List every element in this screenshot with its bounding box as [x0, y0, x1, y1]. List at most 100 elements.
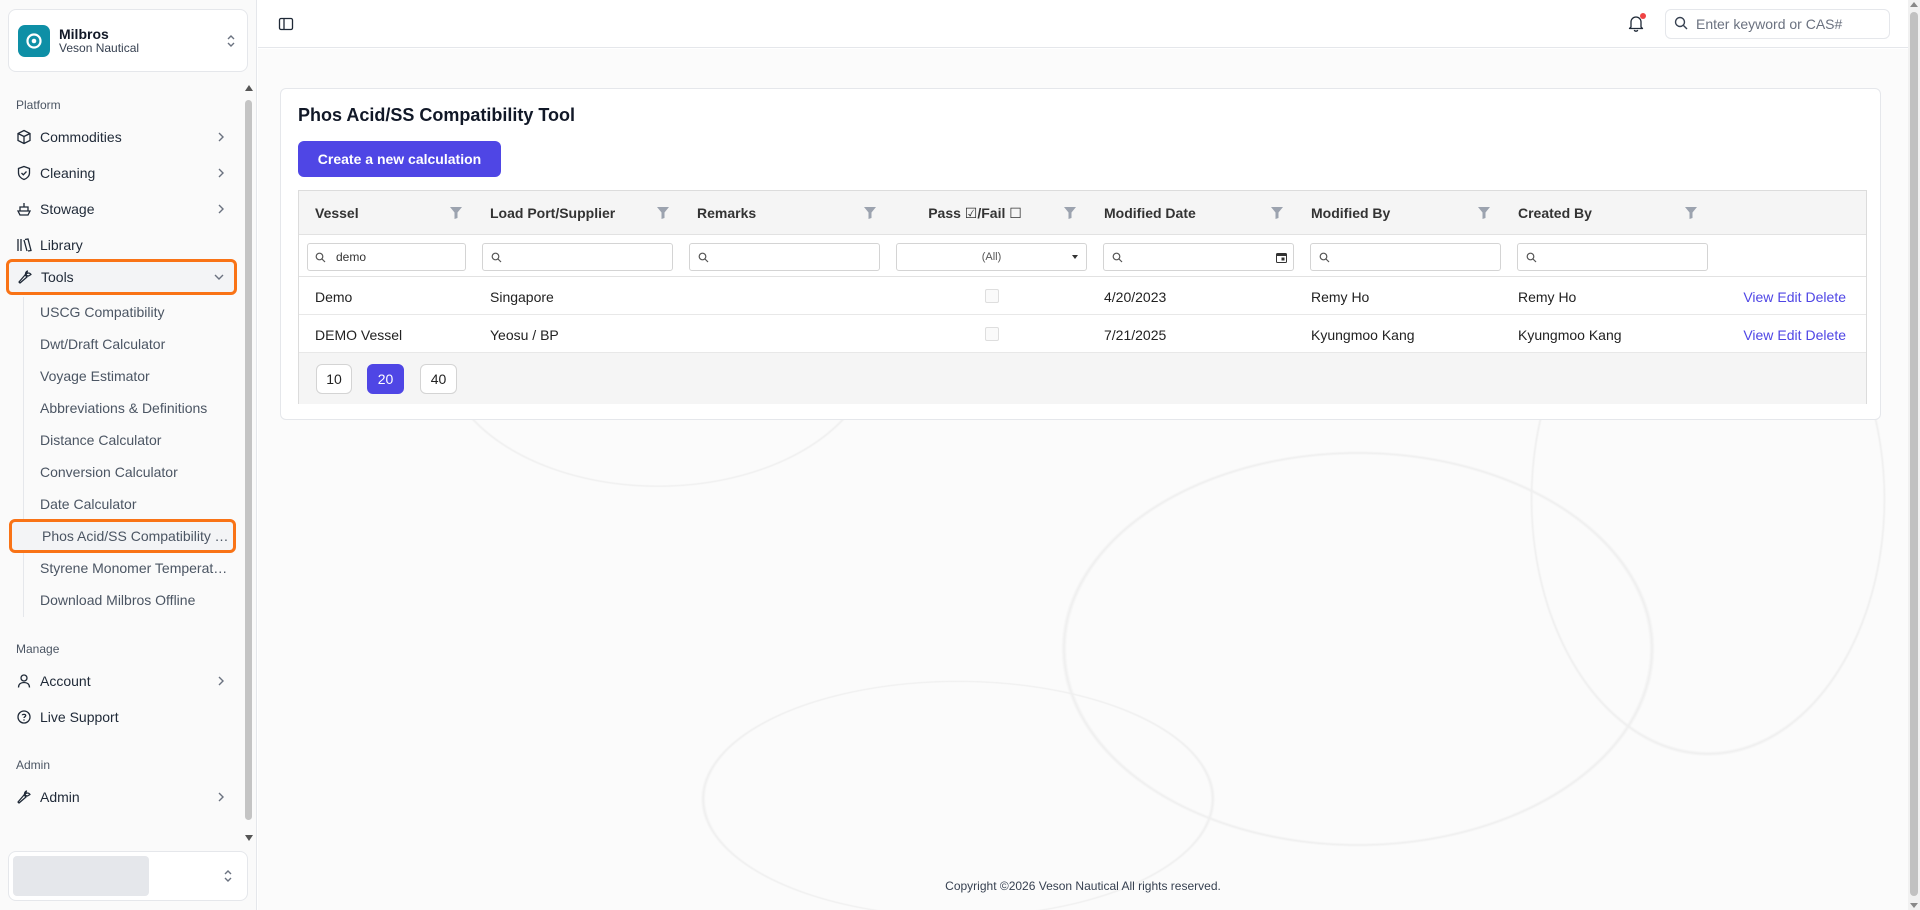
filter-funnel-icon[interactable]: [1476, 205, 1492, 221]
filter-modified-by-input[interactable]: [1340, 250, 1470, 264]
create-calculation-button[interactable]: Create a new calculation: [298, 141, 501, 177]
nav-item-label: Live Support: [40, 709, 119, 725]
page-size-20-button[interactable]: 20: [367, 364, 404, 394]
nav-item-label: Account: [40, 673, 91, 689]
tools-item-styrene-monomer[interactable]: Styrene Monomer Temperature: [32, 554, 232, 582]
tools-item-phos-acid-ss[interactable]: Phos Acid/SS Compatibility Tool: [9, 519, 236, 553]
notification-bell-icon[interactable]: [1625, 12, 1647, 34]
scroll-down-arrow-icon[interactable]: [1910, 903, 1918, 908]
tools-item-distance-calculator[interactable]: Distance Calculator: [32, 426, 232, 454]
sidebar-nav: Platform Commodities Cleaning Stowage Li…: [0, 84, 250, 844]
chevron-right-icon: [214, 790, 228, 804]
filter-load-port[interactable]: [482, 243, 673, 271]
filter-created-by-input[interactable]: [1547, 250, 1677, 264]
filter-remarks[interactable]: [689, 243, 880, 271]
search-icon: [1674, 16, 1688, 33]
filter-pass-fail-select[interactable]: (All): [896, 243, 1087, 271]
org-switcher[interactable]: Milbros Veson Nautical: [8, 9, 248, 72]
column-title: Modified By: [1311, 205, 1391, 221]
wrench-icon: [16, 789, 32, 805]
tools-item-download-offline[interactable]: Download Milbros Offline: [32, 586, 232, 614]
grid-header: Vessel Load Port/Supplier Remarks Pass ☑…: [299, 191, 1866, 235]
page-size-10-button[interactable]: 10: [316, 364, 352, 394]
table-row[interactable]: Demo Singapore 4/20/2023 Remy Ho Remy Ho…: [299, 278, 1866, 315]
tools-item-abbreviations[interactable]: Abbreviations & Definitions: [32, 394, 232, 422]
tools-item-dwt-draft-calculator[interactable]: Dwt/Draft Calculator: [32, 330, 232, 358]
filter-funnel-icon[interactable]: [448, 205, 464, 221]
tools-item-voyage-estimator[interactable]: Voyage Estimator: [32, 362, 232, 390]
nav-item-label: Stowage: [40, 201, 95, 217]
tools-item-label: Abbreviations & Definitions: [40, 400, 208, 416]
global-search[interactable]: [1665, 9, 1890, 39]
column-header-pass-fail[interactable]: Pass ☑/Fail ☐: [888, 191, 1088, 235]
column-header-created-by[interactable]: Created By: [1502, 191, 1709, 235]
edit-link[interactable]: Edit: [1777, 327, 1801, 343]
filter-created-by[interactable]: [1517, 243, 1708, 271]
page-scrollbar[interactable]: [1908, 0, 1920, 910]
nav-item-admin[interactable]: Admin: [8, 782, 236, 812]
tools-item-label: Phos Acid/SS Compatibility Tool: [42, 528, 233, 544]
column-header-modified-date[interactable]: Modified Date: [1088, 191, 1295, 235]
filter-funnel-icon[interactable]: [1269, 205, 1285, 221]
chevron-right-icon: [214, 674, 228, 688]
nav-item-tools[interactable]: Tools: [6, 259, 237, 295]
filter-modified-by[interactable]: [1310, 243, 1501, 271]
nav-item-library[interactable]: Library: [8, 230, 236, 260]
column-title: Load Port/Supplier: [490, 205, 616, 221]
page-scrollbar-thumb[interactable]: [1910, 12, 1918, 896]
nav-item-live-support[interactable]: Live Support: [8, 702, 236, 732]
filter-modified-date[interactable]: [1103, 243, 1294, 271]
filter-funnel-icon[interactable]: [655, 205, 671, 221]
filter-remarks-input[interactable]: [719, 250, 849, 264]
sidebar-scrollbar-thumb[interactable]: [245, 100, 252, 820]
scroll-up-arrow-icon[interactable]: [244, 84, 253, 92]
nav-item-stowage[interactable]: Stowage: [8, 194, 236, 224]
cell-modified-by: Remy Ho: [1311, 288, 1370, 305]
nav-item-cleaning[interactable]: Cleaning: [8, 158, 236, 188]
filter-funnel-icon[interactable]: [862, 205, 878, 221]
user-icon: [16, 673, 32, 689]
column-header-load-port[interactable]: Load Port/Supplier: [474, 191, 681, 235]
tools-item-conversion-calculator[interactable]: Conversion Calculator: [32, 458, 232, 486]
column-title: Pass ☑/Fail ☐: [928, 204, 1022, 221]
sidebar-toggle-icon[interactable]: [276, 14, 296, 34]
column-header-vessel[interactable]: Vessel: [299, 191, 474, 235]
nav-item-label: Cleaning: [40, 165, 96, 181]
column-header-modified-by[interactable]: Modified By: [1295, 191, 1502, 235]
tools-item-date-calculator[interactable]: Date Calculator: [32, 490, 232, 518]
scroll-up-arrow-icon[interactable]: [1910, 2, 1918, 7]
cell-created-by: Kyungmoo Kang: [1518, 326, 1622, 343]
delete-link[interactable]: Delete: [1806, 327, 1846, 343]
tools-item-uscg-compatibility[interactable]: USCG Compatibility: [32, 298, 232, 326]
cell-vessel: DEMO Vessel: [315, 326, 403, 343]
calendar-icon[interactable]: [1275, 251, 1287, 263]
table-row[interactable]: DEMO Vessel Yeosu / BP 7/21/2025 Kyungmo…: [299, 316, 1866, 353]
nav-item-commodities[interactable]: Commodities: [8, 122, 236, 152]
page-size-40-button[interactable]: 40: [420, 364, 457, 394]
tools-item-label: Dwt/Draft Calculator: [40, 336, 166, 352]
view-link[interactable]: View: [1743, 327, 1773, 343]
user-switcher[interactable]: [8, 851, 248, 901]
column-header-remarks[interactable]: Remarks: [681, 191, 888, 235]
filter-funnel-icon[interactable]: [1683, 205, 1699, 221]
chevron-right-icon: [214, 130, 228, 144]
cell-modified-date: 7/21/2025: [1104, 326, 1167, 343]
cell-load-port: Singapore: [490, 288, 554, 305]
cell-modified-by: Kyungmoo Kang: [1311, 326, 1415, 343]
delete-link[interactable]: Delete: [1806, 289, 1846, 305]
filter-vessel[interactable]: [307, 243, 466, 271]
search-icon: [490, 251, 502, 263]
global-search-input[interactable]: [1696, 16, 1876, 32]
filter-funnel-icon[interactable]: [1062, 205, 1078, 221]
filter-modified-date-input[interactable]: [1133, 250, 1273, 264]
edit-link[interactable]: Edit: [1777, 289, 1801, 305]
tools-item-label: Conversion Calculator: [40, 464, 178, 480]
view-link[interactable]: View: [1743, 289, 1773, 305]
filter-vessel-input[interactable]: [336, 250, 466, 264]
sidebar-scrollbar[interactable]: [244, 84, 253, 842]
filter-pass-fail-value: (All): [981, 251, 1002, 263]
nav-item-account[interactable]: Account: [8, 666, 236, 696]
chevron-down-icon: [212, 270, 226, 284]
scroll-down-arrow-icon[interactable]: [244, 834, 253, 842]
filter-load-port-input[interactable]: [512, 250, 642, 264]
